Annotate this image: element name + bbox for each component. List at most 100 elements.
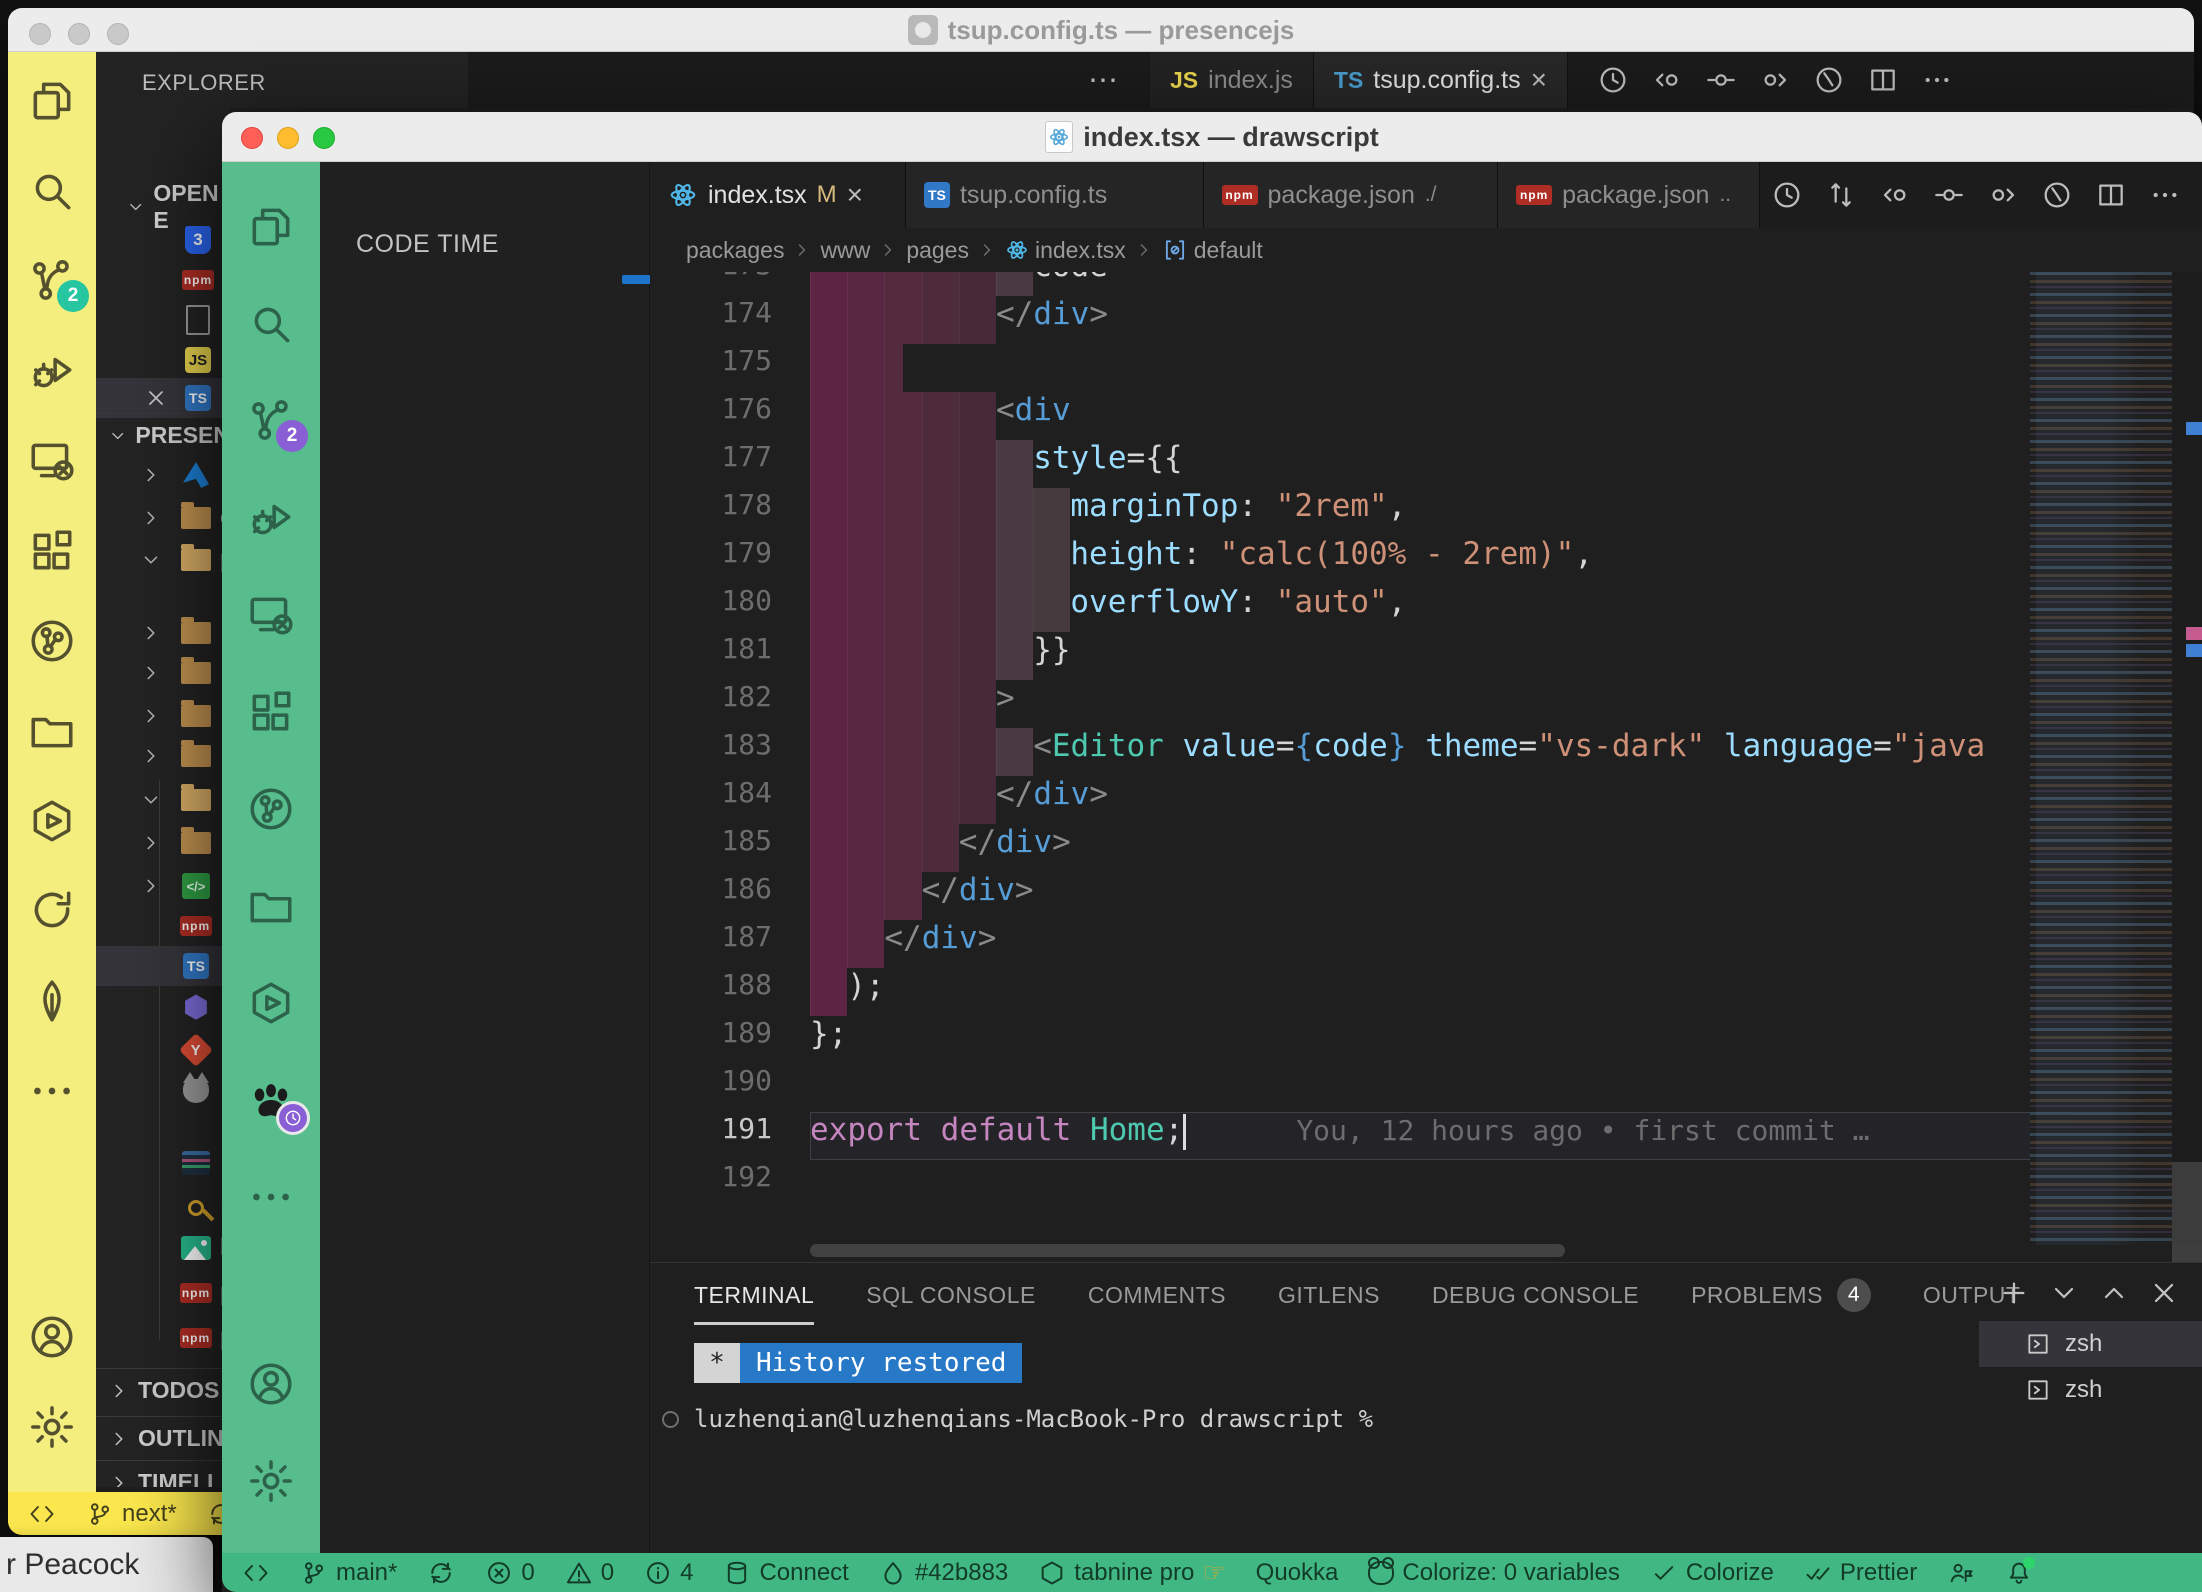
status-item-Quokka[interactable]: Quokka [1256, 1559, 1339, 1587]
section-outlin[interactable]: OUTLIN [96, 1416, 230, 1460]
tab-tsup.config.ts[interactable]: TStsup.config.ts× [1314, 52, 1568, 108]
activity-item-ellipsis[interactable] [27, 1066, 77, 1116]
status-item-Colorize0variables[interactable]: Colorize: 0 variables [1368, 1559, 1619, 1587]
overview-ruler[interactable] [2172, 272, 2202, 1245]
activity-item-ellipsis[interactable] [246, 1172, 296, 1222]
section-timeli[interactable]: TIMELI [96, 1460, 230, 1487]
activity-item-extensions[interactable] [246, 687, 296, 737]
prev-change-icon[interactable] [1651, 64, 1683, 96]
activity-item-extensions[interactable] [27, 526, 77, 576]
status-item-sync[interactable] [427, 1559, 455, 1587]
panel-tab-problems[interactable]: PROBLEMS4 [1691, 1263, 1871, 1327]
breadcrumb-item-default[interactable]: default [1162, 237, 1263, 264]
close-icon[interactable]: × [847, 181, 863, 209]
close-icon[interactable] [144, 386, 168, 410]
compare-icon[interactable] [1825, 179, 1857, 211]
activity-item-files[interactable] [246, 202, 296, 252]
tree-item[interactable]: npm [96, 906, 230, 946]
open-editor-row[interactable]: JS [96, 340, 230, 380]
status-item-Connect[interactable]: Connect [723, 1559, 848, 1587]
breadcrumb-item-index.tsx[interactable]: index.tsx [1005, 237, 1126, 264]
status-item-0[interactable]: 0 [565, 1559, 614, 1587]
bg-titlebar[interactable]: tsup.config.ts — presencejs [8, 8, 2194, 52]
section-todos[interactable]: TODOS [96, 1368, 230, 1412]
activity-item-account[interactable] [27, 1312, 77, 1362]
activity-item-account[interactable] [246, 1359, 296, 1409]
activity-item-debug[interactable] [246, 493, 296, 543]
activity-item-gather-arc[interactable] [27, 886, 77, 936]
tab-index.tsx[interactable]: index.tsxM× [650, 162, 906, 228]
open-editor-row[interactable] [96, 300, 230, 340]
tree-item[interactable] [96, 653, 230, 693]
panel-tab-comments[interactable]: COMMENTS [1088, 1263, 1226, 1327]
chevron-down-icon[interactable] [2048, 1277, 2080, 1309]
tab-index.js[interactable]: JSindex.js [1150, 52, 1314, 108]
panel-tab-gitlens[interactable]: GITLENS [1278, 1263, 1380, 1327]
status-item-main[interactable]: main* [300, 1559, 397, 1587]
tree-item[interactable]: npmp [96, 1318, 230, 1358]
tree-item[interactable] [96, 696, 230, 736]
activity-item-folder[interactable] [27, 706, 77, 756]
tree-item[interactable]: </> [96, 866, 230, 906]
status-item-tabninepro[interactable]: tabnine pro☞ [1038, 1557, 1225, 1588]
breadcrumb-item-pages[interactable]: pages [906, 237, 969, 264]
activity-item-source-control[interactable]: 2 [27, 256, 77, 306]
tree-item[interactable] [96, 613, 230, 653]
status-item-Prettier[interactable]: Prettier [1804, 1559, 1917, 1587]
terminal-list-item[interactable]: zsh [1979, 1367, 2202, 1413]
activity-item-remote-explorer[interactable] [246, 590, 296, 640]
activity-item-git-circle[interactable] [27, 616, 77, 666]
horizontal-scrollbar[interactable] [810, 1244, 1565, 1257]
history-icon[interactable] [1597, 64, 1629, 96]
split-editor-icon[interactable] [2095, 179, 2127, 211]
close-icon[interactable] [2148, 1277, 2180, 1309]
status-item-remote[interactable] [28, 1500, 56, 1528]
breadcrumb-item-www[interactable]: www [820, 237, 870, 264]
chevron-up-icon[interactable] [2098, 1277, 2130, 1309]
status-item-Colorize[interactable]: Colorize [1650, 1559, 1774, 1587]
split-editor-icon[interactable] [1867, 64, 1899, 96]
code-editor[interactable]: 173code174</div>175176<div177style={{178… [650, 272, 2202, 1245]
activity-item-paw-clock[interactable] [246, 1075, 296, 1125]
open-editor-row[interactable]: 3 [96, 220, 230, 260]
terminal-list-item[interactable]: zsh [1979, 1321, 2202, 1367]
vertical-scrollbar-slider[interactable] [2172, 1162, 2202, 1274]
activity-item-search[interactable] [246, 299, 296, 349]
tree-item[interactable]: . [96, 1071, 230, 1111]
status-item-next[interactable]: next* [86, 1500, 177, 1528]
terminal-prompt[interactable]: luzhenqian@luzhenqians-MacBook-Pro draws… [694, 1405, 1373, 1433]
status-item-4[interactable]: 4 [644, 1559, 693, 1587]
open-editor-row[interactable]: TS [96, 378, 230, 418]
tree-item[interactable] [96, 823, 230, 863]
activity-item-folder[interactable] [246, 881, 296, 931]
breadcrumb[interactable]: packages www pages index.tsx default [650, 228, 2030, 272]
status-item-remote[interactable] [242, 1559, 270, 1587]
more-actions-icon[interactable] [2149, 179, 2181, 211]
tree-item[interactable]: Y. [96, 1030, 230, 1070]
breadcrumb-item-packages[interactable]: packages [686, 237, 784, 264]
activity-item-hexagon-play[interactable] [246, 978, 296, 1028]
history-icon[interactable] [1771, 179, 1803, 211]
command-decoration-icon[interactable] [662, 1411, 679, 1428]
tree-item[interactable]: p [96, 540, 230, 580]
tab-package.json[interactable]: npmpackage.json./ [1204, 162, 1499, 228]
tree-item[interactable] [96, 736, 230, 776]
tree-item[interactable]: TS [96, 946, 230, 986]
status-item-0[interactable]: 0 [485, 1559, 534, 1587]
tree-item[interactable]: npmp [96, 1273, 230, 1313]
tab-package.json[interactable]: npmpackage.json.. [1498, 162, 1760, 228]
panel-tab-debug-console[interactable]: DEBUG CONSOLE [1432, 1263, 1639, 1327]
minimap[interactable] [2030, 272, 2172, 1245]
activity-item-source-control[interactable]: 2 [246, 396, 296, 446]
fg-titlebar[interactable]: index.tsx — drawscript [222, 112, 2202, 162]
tree-item[interactable]: l [96, 1228, 230, 1268]
tree-item[interactable]: . [96, 455, 230, 495]
project-section-header[interactable]: PRESEN [96, 413, 230, 457]
timeline-icon[interactable] [2041, 179, 2073, 211]
activity-item-git-circle[interactable] [246, 784, 296, 834]
tree-item[interactable]: . [96, 1143, 230, 1183]
close-icon[interactable]: × [1531, 66, 1547, 94]
status-item-#42b883[interactable]: #42b883 [879, 1559, 1008, 1587]
timeline-icon[interactable] [1813, 64, 1845, 96]
panel-tab-terminal[interactable]: TERMINAL [694, 1263, 814, 1327]
